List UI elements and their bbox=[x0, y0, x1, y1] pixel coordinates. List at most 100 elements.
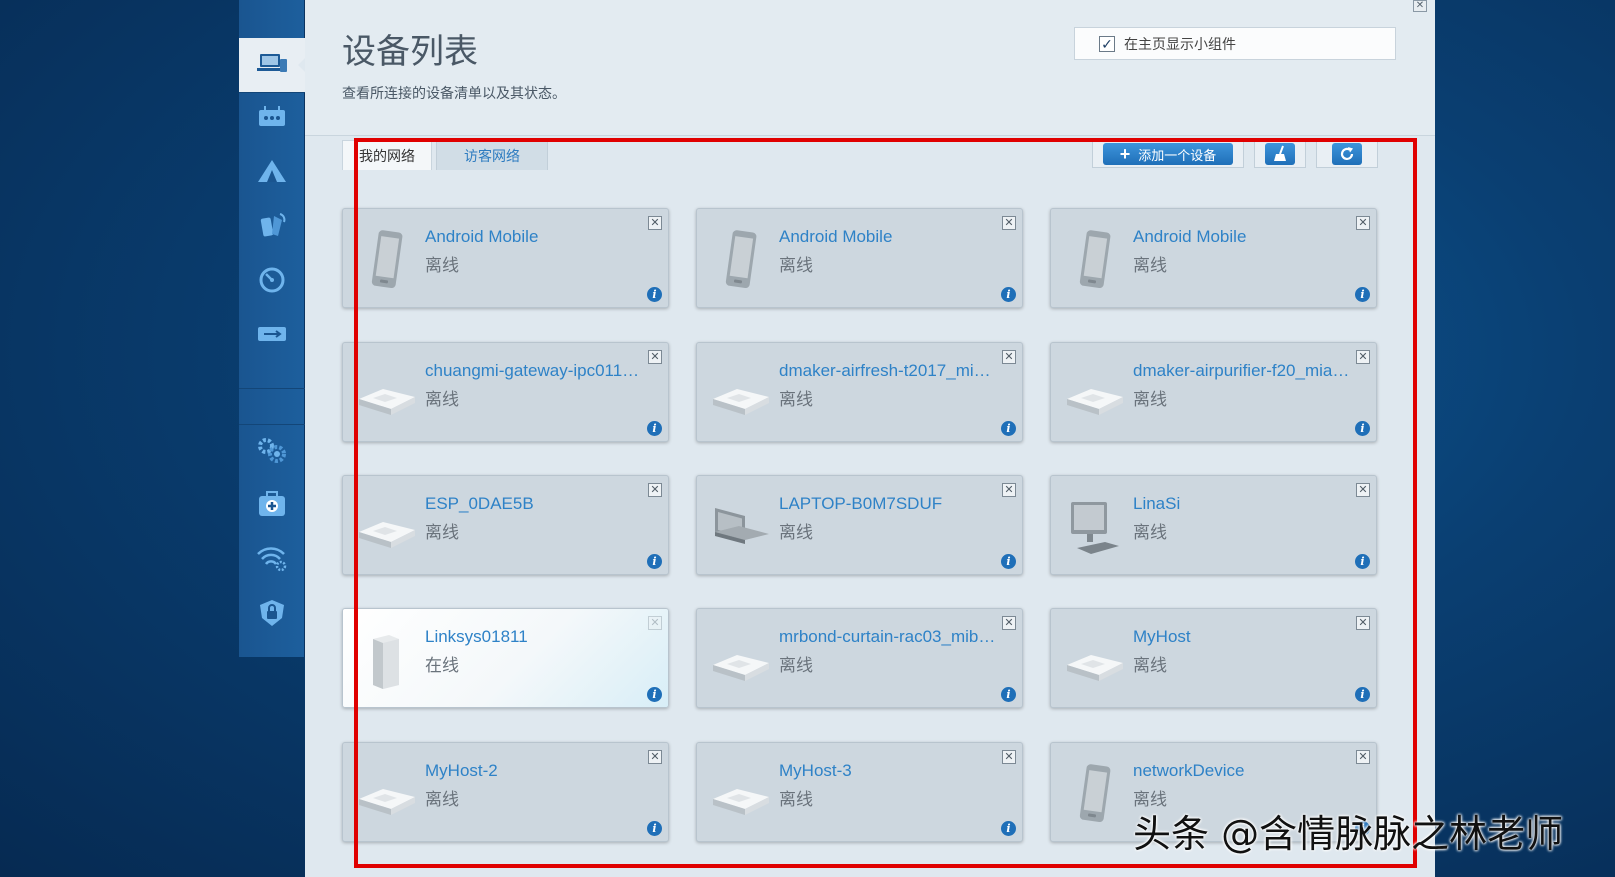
device-card[interactable]: ESP_0DAE5B 离线 ✕ i bbox=[342, 475, 669, 575]
phone-icon bbox=[1061, 761, 1127, 827]
sidebar-item-devices[interactable] bbox=[239, 38, 306, 92]
usb-storage-icon bbox=[256, 321, 288, 352]
info-icon[interactable]: i bbox=[1001, 421, 1016, 436]
remove-device-icon[interactable]: ✕ bbox=[1002, 216, 1016, 230]
phone-icon bbox=[1061, 227, 1127, 293]
device-name[interactable]: MyHost-3 bbox=[779, 761, 1004, 781]
device-status: 离线 bbox=[425, 390, 459, 409]
info-icon[interactable]: i bbox=[1001, 287, 1016, 302]
info-icon[interactable]: i bbox=[647, 821, 662, 836]
device-card[interactable]: mrbond-curtain-rac03_mib… 离线 ✕ i bbox=[696, 608, 1023, 708]
device-card[interactable]: chuangmi-gateway-ipc011… 离线 ✕ i bbox=[342, 342, 669, 442]
device-name[interactable]: dmaker-airfresh-t2017_mi… bbox=[779, 361, 1004, 381]
info-icon[interactable]: i bbox=[647, 287, 662, 302]
sidebar-item-security-shield[interactable] bbox=[239, 588, 305, 642]
device-grid: Android Mobile 离线 ✕ i Android Mobile 离线 ✕ i Andr… bbox=[342, 208, 1402, 868]
generic-device-icon bbox=[707, 761, 773, 827]
remove-device-icon[interactable]: ✕ bbox=[648, 350, 662, 364]
clean-list-button[interactable] bbox=[1254, 140, 1306, 168]
device-name[interactable]: mrbond-curtain-rac03_mib… bbox=[779, 627, 1004, 647]
tab-guest-network[interactable]: 访客网络 bbox=[436, 140, 548, 170]
device-name[interactable]: MyHost-2 bbox=[425, 761, 650, 781]
phone-icon bbox=[353, 227, 419, 293]
device-status: 离线 bbox=[779, 790, 813, 809]
remove-device-icon[interactable]: ✕ bbox=[1002, 483, 1016, 497]
wifi-settings-icon bbox=[255, 544, 289, 577]
generic-device-icon bbox=[353, 361, 419, 427]
page-subtitle: 查看所连接的设备清单以及其状态。 bbox=[342, 85, 566, 101]
sidebar-item-tent[interactable] bbox=[239, 146, 305, 200]
sidebar-item-first-aid[interactable] bbox=[239, 479, 305, 533]
device-status: 离线 bbox=[779, 256, 813, 275]
remove-device-icon[interactable]: ✕ bbox=[1356, 350, 1370, 364]
panel-close-button[interactable]: ✕ bbox=[1413, 0, 1427, 12]
generic-device-icon bbox=[1061, 361, 1127, 427]
sidebar-divider bbox=[239, 92, 305, 93]
add-device-label: 添加一个设备 bbox=[1138, 147, 1217, 163]
info-icon[interactable]: i bbox=[647, 687, 662, 702]
router-icon bbox=[256, 104, 288, 135]
laptop-icon bbox=[707, 494, 773, 560]
remove-device-icon[interactable]: ✕ bbox=[1356, 616, 1370, 630]
sidebar-item-gears[interactable] bbox=[239, 425, 305, 479]
remove-device-icon[interactable]: ✕ bbox=[1002, 350, 1016, 364]
remove-device-icon[interactable]: ✕ bbox=[648, 750, 662, 764]
remove-device-icon[interactable]: ✕ bbox=[648, 483, 662, 497]
info-icon[interactable]: i bbox=[647, 554, 662, 569]
device-card[interactable]: Android Mobile 离线 ✕ i bbox=[1050, 208, 1377, 308]
remove-device-icon[interactable]: ✕ bbox=[1002, 750, 1016, 764]
remove-device-icon[interactable]: ✕ bbox=[648, 616, 662, 630]
sidebar-item-router[interactable] bbox=[239, 92, 305, 146]
device-name[interactable]: Android Mobile bbox=[779, 227, 1004, 247]
sidebar-item-wifi-settings[interactable] bbox=[239, 533, 305, 587]
device-name[interactable]: networkDevice bbox=[1133, 761, 1358, 781]
info-icon[interactable]: i bbox=[1001, 821, 1016, 836]
tent-icon bbox=[256, 158, 288, 189]
device-card[interactable]: Android Mobile 离线 ✕ i bbox=[342, 208, 669, 308]
sidebar-item-usb-storage[interactable] bbox=[239, 309, 305, 363]
info-icon[interactable]: i bbox=[647, 421, 662, 436]
device-name[interactable]: dmaker-airpurifier-f20_mia… bbox=[1133, 361, 1358, 381]
show-widget-label: 在主页显示小组件 bbox=[1124, 35, 1236, 52]
gears-icon bbox=[255, 436, 289, 469]
add-device-button[interactable]: + 添加一个设备 bbox=[1092, 140, 1244, 168]
device-status: 离线 bbox=[1133, 390, 1167, 409]
broom-icon bbox=[1274, 145, 1286, 161]
device-card[interactable]: MyHost 离线 ✕ i bbox=[1050, 608, 1377, 708]
remove-device-icon[interactable]: ✕ bbox=[1002, 616, 1016, 630]
device-name[interactable]: Linksys01811 bbox=[425, 627, 650, 647]
remove-device-icon[interactable]: ✕ bbox=[1356, 483, 1370, 497]
device-name[interactable]: LinaSi bbox=[1133, 494, 1358, 514]
info-icon[interactable]: i bbox=[1355, 554, 1370, 569]
device-card[interactable]: Android Mobile 离线 ✕ i bbox=[696, 208, 1023, 308]
show-widget-checkbox[interactable]: ✓ 在主页显示小组件 bbox=[1074, 27, 1396, 60]
device-name[interactable]: chuangmi-gateway-ipc011… bbox=[425, 361, 650, 381]
device-name[interactable]: ESP_0DAE5B bbox=[425, 494, 650, 514]
info-icon[interactable]: i bbox=[1001, 687, 1016, 702]
security-shield-icon bbox=[257, 598, 287, 633]
device-name[interactable]: Android Mobile bbox=[425, 227, 650, 247]
device-name[interactable]: Android Mobile bbox=[1133, 227, 1358, 247]
device-card[interactable]: MyHost-2 离线 ✕ i bbox=[342, 742, 669, 842]
sidebar-item-speedometer[interactable] bbox=[239, 255, 305, 309]
device-status: 离线 bbox=[779, 523, 813, 542]
device-card[interactable]: Linksys01811 在线 ✕ i bbox=[342, 608, 669, 708]
device-card[interactable]: LAPTOP-B0M7SDUF 离线 ✕ i bbox=[696, 475, 1023, 575]
info-icon[interactable]: i bbox=[1355, 687, 1370, 702]
sidebar-item-parental-control[interactable] bbox=[239, 200, 305, 254]
refresh-button[interactable] bbox=[1316, 140, 1378, 168]
info-icon[interactable]: i bbox=[1355, 421, 1370, 436]
device-card[interactable]: dmaker-airpurifier-f20_mia… 离线 ✕ i bbox=[1050, 342, 1377, 442]
remove-device-icon[interactable]: ✕ bbox=[648, 216, 662, 230]
info-icon[interactable]: i bbox=[1001, 554, 1016, 569]
device-card[interactable]: LinaSi 离线 ✕ i bbox=[1050, 475, 1377, 575]
device-card[interactable]: dmaker-airfresh-t2017_mi… 离线 ✕ i bbox=[696, 342, 1023, 442]
device-name[interactable]: LAPTOP-B0M7SDUF bbox=[779, 494, 1004, 514]
info-icon[interactable]: i bbox=[1355, 287, 1370, 302]
tab-my-network[interactable]: 我的网络 bbox=[342, 140, 432, 170]
remove-device-icon[interactable]: ✕ bbox=[1356, 216, 1370, 230]
remove-device-icon[interactable]: ✕ bbox=[1356, 750, 1370, 764]
device-card[interactable]: MyHost-3 离线 ✕ i bbox=[696, 742, 1023, 842]
device-name[interactable]: MyHost bbox=[1133, 627, 1358, 647]
checkbox-icon[interactable]: ✓ bbox=[1099, 35, 1115, 52]
